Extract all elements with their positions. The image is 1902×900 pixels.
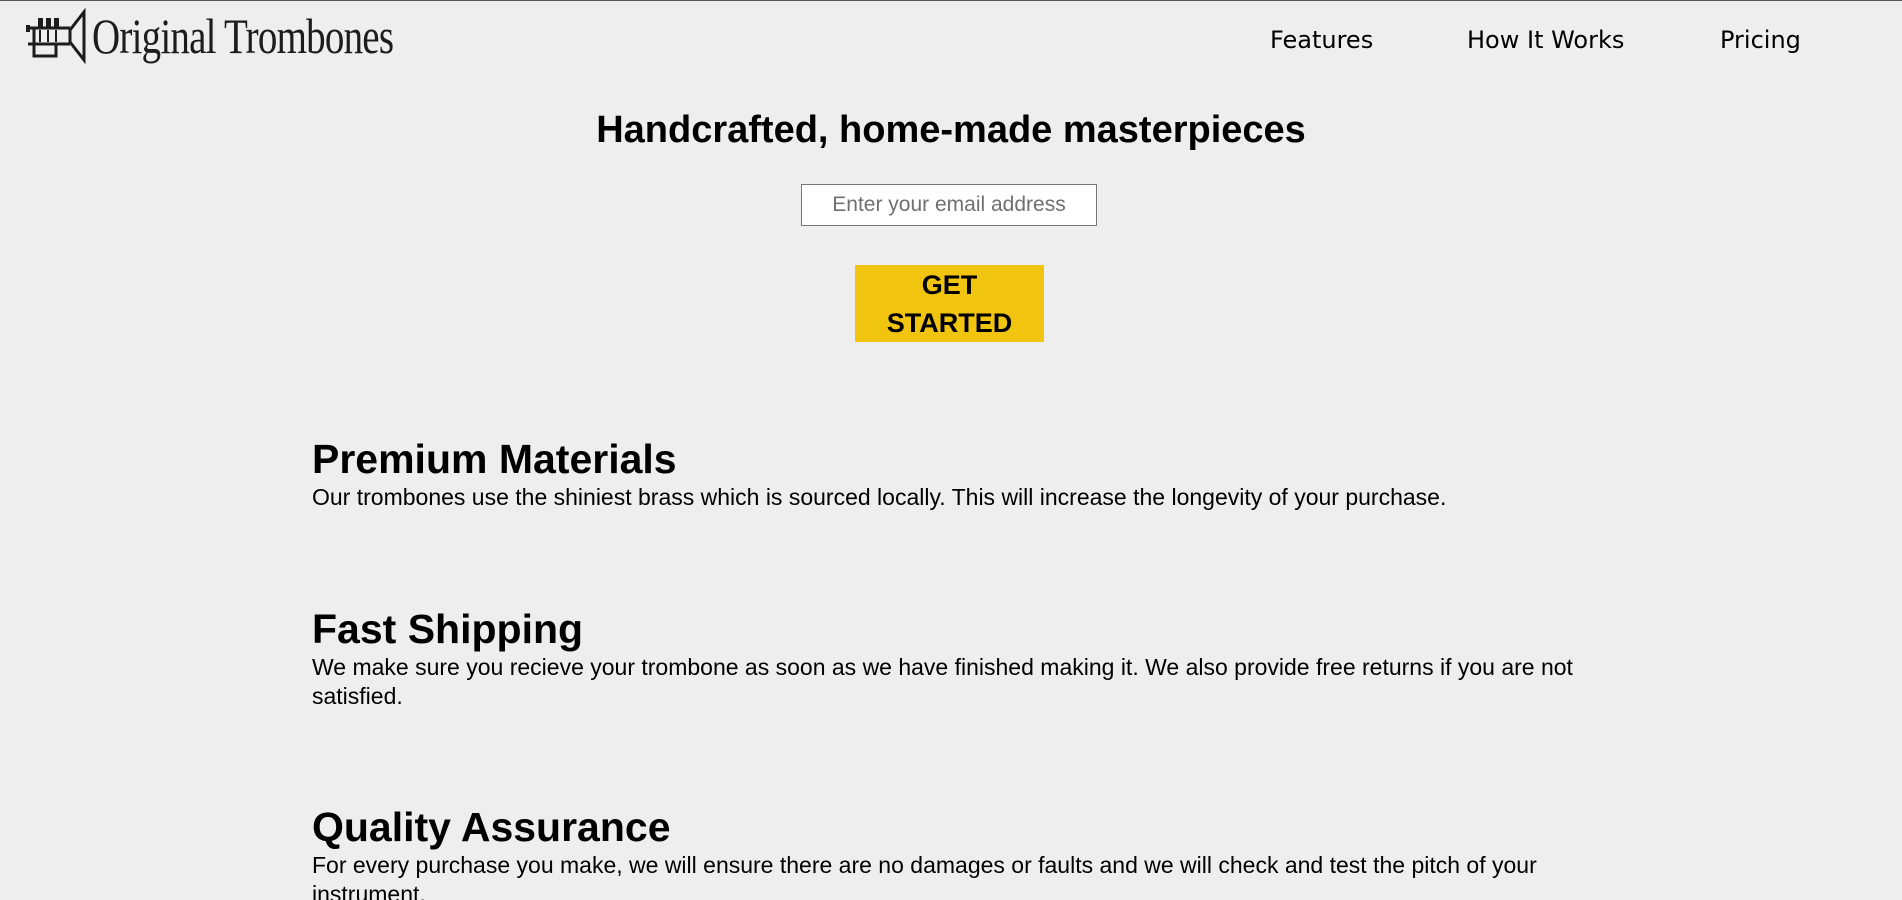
nav-link-pricing[interactable]: Pricing (1720, 23, 1801, 57)
header: Original Trombones Features How It Works… (0, 1, 1902, 79)
nav-link-how-it-works[interactable]: How It Works (1467, 23, 1624, 57)
feature-description: We make sure you recieve your trombone a… (312, 654, 1573, 709)
main-nav: Features How It Works Pricing (0, 23, 1902, 57)
feature-quality-assurance: Quality Assurance For every purchase you… (312, 803, 1602, 900)
feature-title: Quality Assurance (312, 804, 671, 850)
feature-description: For every purchase you make, we will ens… (312, 852, 1537, 900)
get-started-button[interactable]: GET STARTED (855, 265, 1044, 342)
nav-link-features[interactable]: Features (1270, 23, 1373, 57)
feature-description: Our trombones use the shiniest brass whi… (312, 484, 1447, 510)
feature-title: Premium Materials (312, 436, 677, 482)
feature-title: Fast Shipping (312, 606, 584, 652)
feature-premium-materials: Premium Materials Our trombones use the … (312, 435, 1602, 512)
email-input[interactable] (801, 184, 1097, 226)
feature-fast-shipping: Fast Shipping We make sure you recieve y… (312, 605, 1602, 711)
hero-title: Handcrafted, home-made masterpieces (596, 109, 1306, 151)
page: Original Trombones Features How It Works… (0, 0, 1902, 900)
